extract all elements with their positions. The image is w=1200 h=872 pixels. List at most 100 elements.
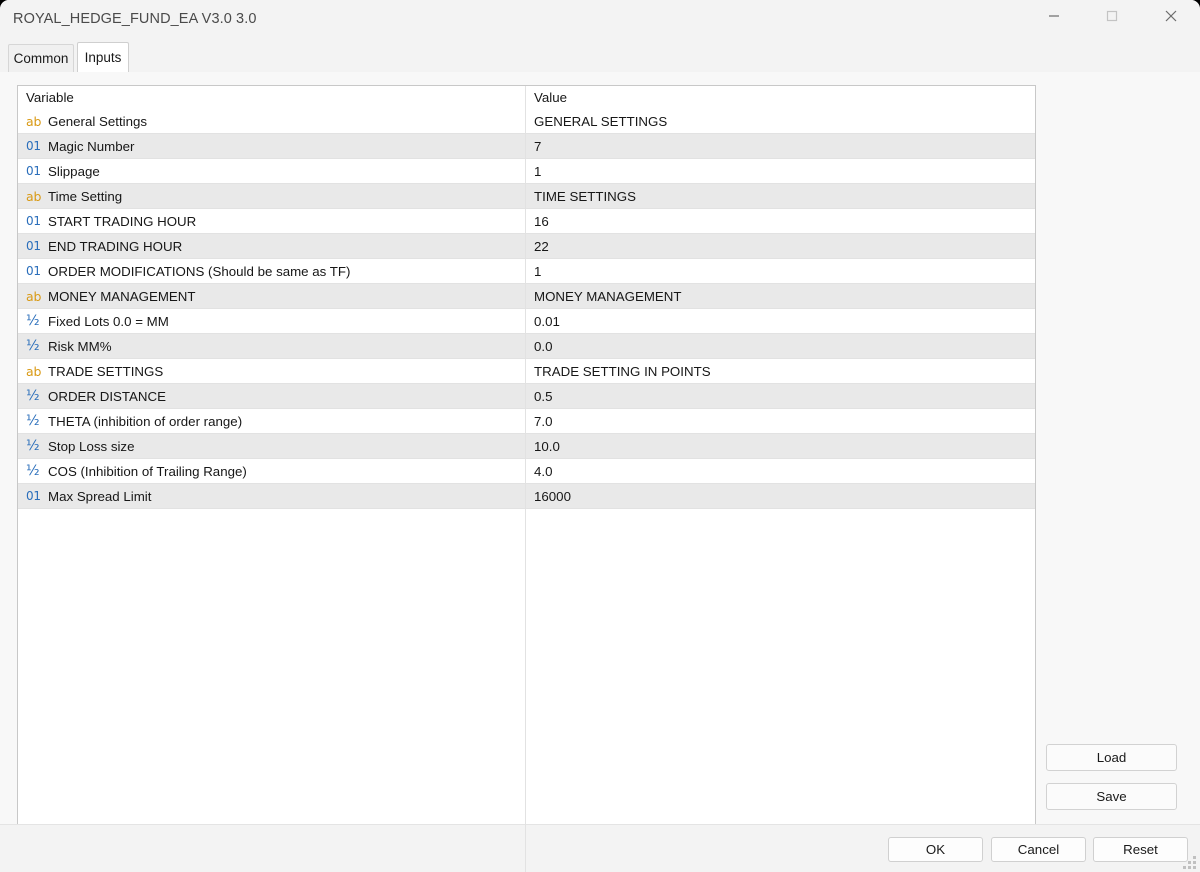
variable-cell[interactable]: ab TRADE SETTINGS [18,359,526,384]
value-cell[interactable]: GENERAL SETTINGS [526,109,1035,134]
tab-inputs[interactable]: Inputs [77,42,129,72]
value-cell[interactable]: 22 [526,234,1035,259]
value-cell[interactable]: TRADE SETTING IN POINTS [526,359,1035,384]
table-row[interactable]: ½ Stop Loss size 10.0 [18,434,1035,459]
load-button-label: Load [1096,750,1127,765]
variable-cell[interactable]: ½ Risk MM% [18,334,526,359]
value-cell[interactable]: 7.0 [526,409,1035,434]
tab-common[interactable]: Common [8,44,74,72]
table-row[interactable]: 01 Magic Number 7 [18,134,1035,159]
variable-cell[interactable]: ab Time Setting [18,184,526,209]
minimize-button[interactable] [1031,0,1077,32]
cancel-button-label: Cancel [1017,842,1060,857]
value-cell[interactable]: TIME SETTINGS [526,184,1035,209]
fraction-type-icon: ½ [26,438,40,454]
column-separator[interactable] [525,86,526,872]
footer-bar: OK Cancel Reset [0,825,1200,872]
value-cell[interactable]: 0.5 [526,384,1035,409]
fraction-type-icon: ½ [26,338,40,354]
value-cell[interactable]: 1 [526,259,1035,284]
variable-label: Fixed Lots 0.0 = MM [48,314,169,329]
load-button[interactable]: Load [1046,744,1177,771]
variable-cell[interactable]: 01 Magic Number [18,134,526,159]
tab-strip: Common Inputs [0,42,1200,72]
value-cell[interactable]: 4.0 [526,459,1035,484]
inputs-grid[interactable]: Variable Value ab General Settings GENERAL… [17,85,1036,872]
title-bar: ROYAL_HEDGE_FUND_EA V3.0 3.0 [0,0,1200,42]
variable-cell[interactable]: 01 Max Spread Limit [18,484,526,509]
variable-label: TRADE SETTINGS [48,364,164,379]
variable-cell[interactable]: ½ ORDER DISTANCE [18,384,526,409]
table-row[interactable]: 01 ORDER MODIFICATIONS (Should be same as… [18,259,1035,284]
variable-label: Magic Number [48,139,135,154]
table-row[interactable]: ½ ORDER DISTANCE 0.5 [18,384,1035,409]
table-row[interactable]: ab General Settings GENERAL SETTINGS [18,109,1035,134]
ok-button-label: OK [925,842,946,857]
variable-label: END TRADING HOUR [48,239,183,254]
string-type-icon: ab [26,189,42,204]
table-row[interactable]: ab MONEY MANAGEMENT MONEY MANAGEMENT [18,284,1035,309]
value-cell[interactable]: 16 [526,209,1035,234]
save-button[interactable]: Save [1046,783,1177,810]
resize-grip[interactable] [1183,856,1197,870]
variable-label: Slippage [48,164,100,179]
value-cell[interactable]: 1 [526,159,1035,184]
table-row[interactable]: 01 Max Spread Limit 16000 [18,484,1035,509]
variable-label: General Settings [48,114,148,129]
table-row[interactable]: ½ COS (Inhibition of Trailing Range) 4.0 [18,459,1035,484]
tab-common-label: Common [13,51,69,66]
variable-cell[interactable]: 01 Slippage [18,159,526,184]
grid-rows: ab General Settings GENERAL SETTINGS 01 Magi… [18,109,1035,509]
integer-type-icon: 01 [26,489,41,503]
variable-cell[interactable]: ½ Fixed Lots 0.0 = MM [18,309,526,334]
table-row[interactable]: 01 END TRADING HOUR 22 [18,234,1035,259]
integer-type-icon: 01 [26,239,41,253]
minimize-icon [1048,10,1060,22]
table-row[interactable]: ab TRADE SETTINGS TRADE SETTING IN POINTS [18,359,1035,384]
variable-cell[interactable]: 01 END TRADING HOUR [18,234,526,259]
table-row[interactable]: ½ THETA (inhibition of order range) 7.0 [18,409,1035,434]
column-header-value[interactable]: Value [526,86,1035,109]
variable-cell[interactable]: ½ COS (Inhibition of Trailing Range) [18,459,526,484]
maximize-button[interactable] [1089,0,1135,32]
content-panel: Variable Value ab General Settings GENERAL… [0,72,1200,872]
variable-cell[interactable]: 01 ORDER MODIFICATIONS (Should be same as… [18,259,526,284]
column-header-variable[interactable]: Variable [18,86,526,109]
ok-button[interactable]: OK [888,837,983,862]
value-cell[interactable]: 0.0 [526,334,1035,359]
close-icon [1164,9,1178,23]
integer-type-icon: 01 [26,164,41,178]
value-cell[interactable]: MONEY MANAGEMENT [526,284,1035,309]
table-row[interactable]: ab Time Setting TIME SETTINGS [18,184,1035,209]
fraction-type-icon: ½ [26,413,40,429]
variable-label: THETA (inhibition of order range) [48,414,243,429]
variable-cell[interactable]: ab General Settings [18,109,526,134]
reset-button[interactable]: Reset [1093,837,1188,862]
variable-cell[interactable]: ½ THETA (inhibition of order range) [18,409,526,434]
maximize-icon [1106,10,1118,22]
close-button[interactable] [1148,0,1194,32]
variable-label: Risk MM% [48,339,112,354]
variable-cell[interactable]: 01 START TRADING HOUR [18,209,526,234]
table-row[interactable]: ½ Risk MM% 0.0 [18,334,1035,359]
table-row[interactable]: 01 Slippage 1 [18,159,1035,184]
variable-label: ORDER DISTANCE [48,389,166,404]
value-cell[interactable]: 7 [526,134,1035,159]
table-row[interactable]: 01 START TRADING HOUR 16 [18,209,1035,234]
variable-cell[interactable]: ½ Stop Loss size [18,434,526,459]
variable-cell[interactable]: ab MONEY MANAGEMENT [18,284,526,309]
grid-header-row: Variable Value [18,86,1035,109]
value-cell[interactable]: 16000 [526,484,1035,509]
variable-label: ORDER MODIFICATIONS (Should be same as T… [48,264,351,279]
variable-label: Stop Loss size [48,439,135,454]
table-row[interactable]: ½ Fixed Lots 0.0 = MM 0.01 [18,309,1035,334]
cancel-button[interactable]: Cancel [991,837,1086,862]
fraction-type-icon: ½ [26,388,40,404]
variable-label: MONEY MANAGEMENT [48,289,196,304]
variable-label: START TRADING HOUR [48,214,197,229]
variable-label: COS (Inhibition of Trailing Range) [48,464,247,479]
value-cell[interactable]: 10.0 [526,434,1035,459]
integer-type-icon: 01 [26,214,41,228]
integer-type-icon: 01 [26,264,41,278]
value-cell[interactable]: 0.01 [526,309,1035,334]
